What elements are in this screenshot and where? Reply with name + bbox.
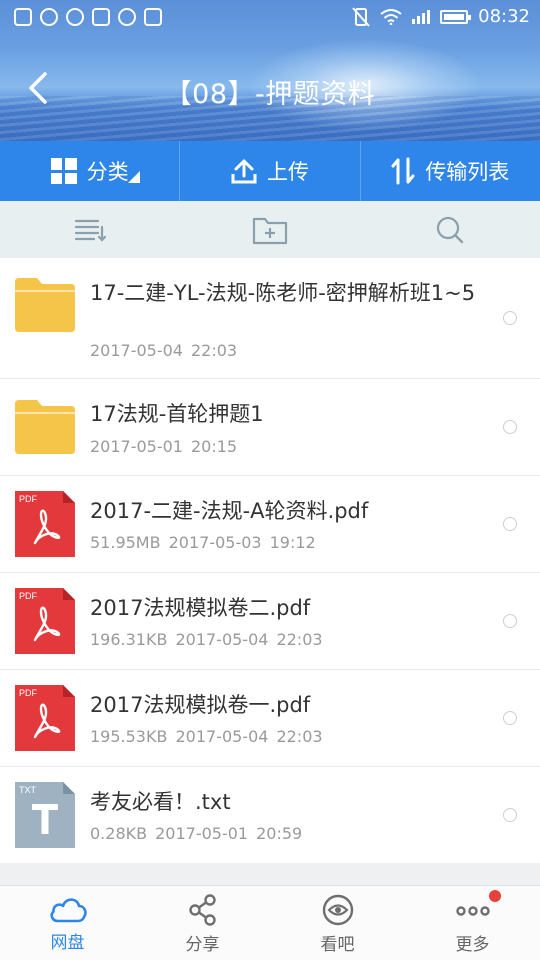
select-radio[interactable] (503, 711, 517, 725)
file-name: 17-二建-YL-法规-陈老师-密押解析班1~5 (90, 281, 476, 305)
file-time: 20:59 (256, 824, 303, 843)
file-date: 2017-05-03 (168, 533, 262, 552)
gallery-icon (92, 8, 110, 26)
file-meta: 0.28KB 2017-05-01 20:59 (90, 824, 302, 843)
chat-app-icon (66, 8, 84, 26)
file-name: 2017-二建-法规-A轮资料.pdf (90, 499, 369, 523)
nav-label: 看吧 (320, 935, 355, 955)
sort-list-icon (74, 219, 106, 242)
status-bar: 08:32 (0, 0, 540, 36)
notification-dot (489, 890, 501, 902)
nav-watch[interactable]: 看吧 (270, 886, 405, 960)
header: 【08】-押题资料 (0, 36, 540, 141)
action-bar: 分类 上传 传输列表 (0, 141, 540, 201)
file-meta: 2017-05-01 20:15 (90, 437, 237, 456)
file-date: 2017-05-04 (175, 630, 269, 649)
nav-netdisk[interactable]: 网盘 (0, 886, 135, 960)
s-app-icon (14, 8, 32, 26)
cloud-icon (50, 898, 87, 923)
txt-file-icon: TXT (15, 782, 75, 848)
dropdown-corner-icon (128, 171, 140, 183)
sync-app-icon (40, 8, 58, 26)
upload-button[interactable]: 上传 (179, 141, 359, 201)
file-date: 2017-05-01 (155, 824, 249, 843)
upload-label: 上传 (266, 160, 309, 184)
new-folder-button[interactable] (180, 201, 360, 258)
vibrate-off-icon (352, 6, 370, 27)
file-time: 20:15 (190, 437, 238, 456)
new-folder-icon (252, 217, 288, 244)
folder-icon (15, 278, 75, 332)
file-row[interactable]: 17法规-首轮押题1 2017-05-01 20:15 (0, 379, 540, 476)
page-title: 【08】-押题资料 (164, 79, 376, 110)
grid-icon (50, 158, 77, 184)
file-list: 17-二建-YL-法规-陈老师-密押解析班1~5 2017-05-04 22:03… (0, 258, 540, 864)
file-meta: 196.31KB 2017-05-04 22:03 (90, 630, 323, 649)
file-name: 2017法规模拟卷二.pdf (90, 596, 311, 620)
bottom-nav: 网盘 分享 看吧 更多 (0, 885, 540, 960)
file-row[interactable]: 17-二建-YL-法规-陈老师-密押解析班1~5 2017-05-04 22:03 (0, 258, 540, 379)
file-row[interactable]: PDF 2017法规模拟卷二.pdf 196.31KB 2017-05-04 22:… (0, 573, 540, 670)
file-row[interactable]: PDF 2017法规模拟卷一.pdf 195.53KB 2017-05-04 22:… (0, 670, 540, 767)
more-icon (455, 906, 490, 916)
notification-icons (14, 8, 162, 26)
file-date: 2017-05-04 (175, 727, 269, 746)
status-time: 08:32 (478, 6, 530, 27)
eye-icon (322, 894, 353, 926)
select-radio[interactable] (503, 420, 517, 434)
svg-text:PDF: PDF (19, 494, 38, 504)
svg-text:PDF: PDF (19, 591, 38, 601)
wifi-icon (380, 8, 402, 25)
file-time: 22:03 (276, 727, 323, 746)
nav-label: 更多 (455, 935, 490, 955)
file-size: 196.31KB (90, 630, 168, 649)
upload-icon (231, 159, 257, 184)
file-name: 2017法规模拟卷一.pdf (90, 693, 311, 717)
pdf-file-icon: PDF (15, 685, 75, 751)
select-radio[interactable] (503, 808, 517, 822)
file-name: 17法规-首轮押题1 (90, 402, 264, 426)
folder-icon (15, 400, 75, 454)
sort-button[interactable] (0, 201, 180, 258)
file-time: 19:12 (269, 533, 316, 552)
transfer-icon (391, 157, 415, 185)
nav-label: 网盘 (50, 933, 85, 953)
transfer-list-button[interactable]: 传输列表 (359, 141, 540, 201)
signal-icon (412, 9, 431, 24)
file-time: 22:03 (190, 341, 238, 360)
file-name: 考友必看！.txt (90, 790, 231, 814)
pdf-file-icon: PDF (15, 491, 75, 557)
select-radio[interactable] (503, 614, 517, 628)
category-label: 分类 (86, 160, 129, 184)
search-button[interactable] (360, 201, 540, 258)
select-radio[interactable] (503, 311, 517, 325)
grid-app-icon (144, 8, 162, 26)
nav-more[interactable]: 更多 (405, 886, 540, 960)
category-button[interactable]: 分类 (0, 141, 179, 201)
nav-label: 分享 (185, 935, 220, 955)
search-icon (436, 216, 464, 243)
file-size: 51.95MB (90, 533, 161, 552)
file-time: 22:03 (276, 630, 323, 649)
svg-text:TXT: TXT (19, 785, 37, 795)
file-date: 2017-05-04 (90, 341, 183, 360)
transfer-label: 传输列表 (425, 160, 510, 184)
select-radio[interactable] (503, 517, 517, 531)
file-meta: 2017-05-04 22:03 (90, 341, 237, 360)
pdf-file-icon: PDF (15, 588, 75, 654)
file-date: 2017-05-01 (90, 437, 183, 456)
circle-app-icon (118, 8, 136, 26)
file-row[interactable]: TXT 考友必看！.txt 0.28KB 2017-05-01 20:59 (0, 767, 540, 864)
file-size: 195.53KB (90, 727, 168, 746)
svg-text:PDF: PDF (19, 688, 38, 698)
file-meta: 195.53KB 2017-05-04 22:03 (90, 727, 323, 746)
battery-icon (440, 9, 472, 24)
nav-share[interactable]: 分享 (135, 886, 270, 960)
file-size: 0.28KB (90, 824, 148, 843)
file-row[interactable]: PDF 2017-二建-法规-A轮资料.pdf 51.95MB 2017-05-0… (0, 476, 540, 573)
file-meta: 51.95MB 2017-05-03 19:12 (90, 533, 316, 552)
share-icon (188, 894, 216, 926)
list-footer-gap (0, 863, 540, 885)
toolbar (0, 201, 540, 258)
